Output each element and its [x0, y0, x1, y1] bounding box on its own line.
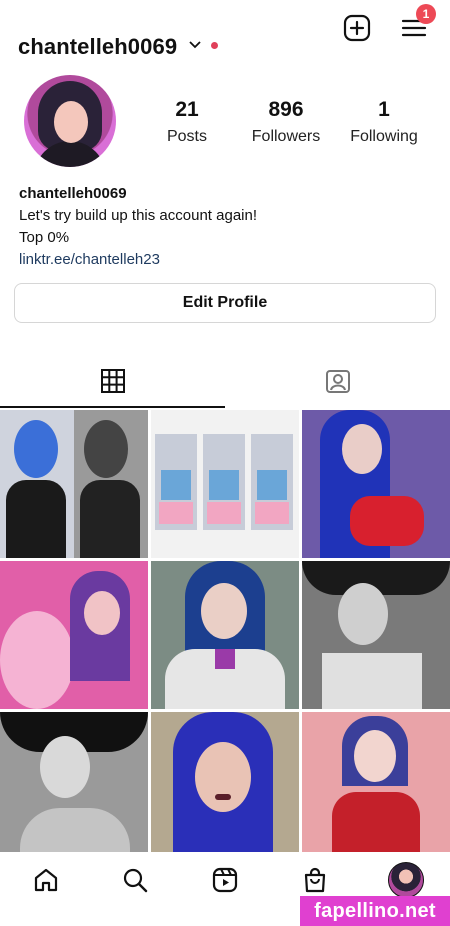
posts-count[interactable]: 21 Posts [137, 98, 237, 146]
shop-bag-icon[interactable] [301, 866, 329, 894]
post-thumbnail[interactable] [302, 712, 450, 860]
post-thumbnail[interactable] [151, 410, 299, 558]
following-count[interactable]: 1 Following [334, 98, 434, 146]
profile-tabs [0, 358, 450, 408]
post-thumbnail[interactable] [151, 712, 299, 860]
profile-avatar-icon[interactable] [388, 862, 424, 898]
tagged-person-icon [326, 370, 350, 393]
post-thumbnail[interactable] [0, 712, 148, 860]
edit-profile-button[interactable]: Edit Profile [14, 283, 436, 323]
tab-tagged[interactable] [225, 358, 450, 406]
search-icon[interactable] [121, 866, 149, 894]
bio-name: chantelleh0069 [19, 185, 127, 202]
profile-header: chantelleh0069 1 [0, 0, 450, 80]
watermark: fapellino.net [300, 896, 450, 926]
account-switch-dot [211, 42, 218, 49]
followers-count[interactable]: 896 Followers [236, 98, 336, 146]
post-thumbnail[interactable] [302, 410, 450, 558]
post-thumbnail[interactable] [0, 410, 148, 558]
profile-avatar[interactable] [24, 75, 116, 167]
notification-badge: 1 [416, 4, 436, 24]
post-thumbnail[interactable] [0, 561, 148, 709]
header-username[interactable]: chantelleh0069 [18, 34, 177, 60]
chevron-down-icon[interactable] [188, 38, 202, 52]
post-thumbnail[interactable] [151, 561, 299, 709]
bio-line: Top 0% [19, 229, 70, 246]
posts-grid [0, 410, 450, 860]
bio-link[interactable]: linktr.ee/chantelleh23 [19, 249, 257, 271]
reels-icon[interactable] [211, 866, 239, 894]
bio-line: Let's try build up this account again! [19, 207, 258, 224]
home-icon[interactable] [32, 866, 60, 894]
create-post-icon[interactable] [343, 14, 371, 42]
profile-bio: chantelleh0069 Let's try build up this a… [19, 183, 257, 271]
grid-icon [101, 369, 125, 393]
tab-grid[interactable] [0, 358, 225, 408]
post-thumbnail[interactable] [302, 561, 450, 709]
